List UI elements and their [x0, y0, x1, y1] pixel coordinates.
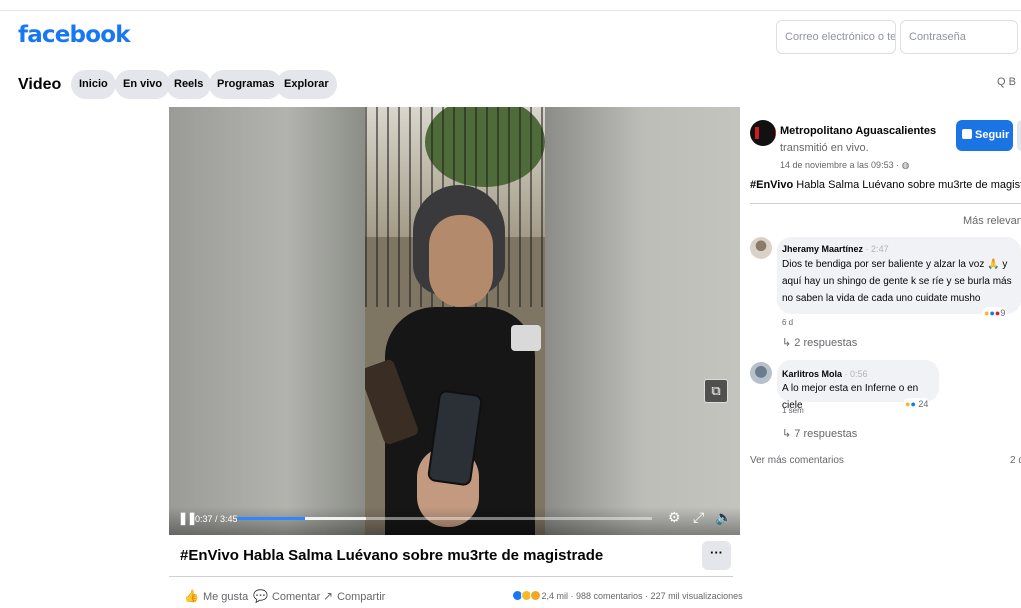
- comment-avatar[interactable]: [750, 362, 772, 384]
- more-comments-link[interactable]: Ver más comentarios: [750, 455, 844, 466]
- comment-author[interactable]: Karlitros Mola · 0:56: [782, 369, 868, 379]
- video-player[interactable]: ⧉ ❚❚ 0:37 / 3:45 ⚙ ⤢ 🔈: [169, 107, 740, 535]
- post-text: #EnVivo Habla Salma Luévano sobre mu3rte…: [750, 179, 1021, 191]
- page-avatar[interactable]: [750, 120, 776, 146]
- more-button-edge[interactable]: [1017, 120, 1021, 151]
- comments-count: 2 d: [1010, 455, 1021, 466]
- video-title: #EnVivo Habla Salma Luévano sobre mu3rte…: [180, 547, 604, 564]
- follow-label: Seguir: [975, 129, 1010, 141]
- player-controls-bar: [169, 507, 740, 535]
- share-arrow-icon: ↗: [323, 589, 334, 603]
- stats-text: 2,4 mil · 988 comentarios · 227 mil visu…: [541, 591, 743, 601]
- globe-icon: ◍: [901, 160, 910, 170]
- comment-age[interactable]: 1 sem: [782, 406, 804, 415]
- comment-timestamp[interactable]: · 0:56: [845, 369, 868, 379]
- volume-icon[interactable]: 🔈: [715, 509, 732, 526]
- comment-avatar[interactable]: [750, 237, 772, 259]
- tab-reels[interactable]: Reels: [166, 70, 212, 99]
- comment-author[interactable]: Jheramy Maartínez · 2:47: [782, 244, 889, 254]
- reply-arrow-icon: ↳: [782, 428, 795, 440]
- facebook-logo[interactable]: facebook: [18, 22, 131, 48]
- comment-reactions[interactable]: ●●●9: [982, 307, 1008, 319]
- page-name[interactable]: Metropolitano Aguascalientes: [780, 125, 936, 137]
- search-button[interactable]: Q B: [997, 76, 1016, 88]
- comment-timestamp[interactable]: · 2:47: [866, 244, 889, 254]
- password-field[interactable]: Contraseña: [900, 20, 1018, 54]
- actions-divider: [169, 576, 733, 577]
- tab-programas[interactable]: Programas: [209, 70, 283, 99]
- follow-icon: [962, 129, 972, 139]
- player-time: 0:37 / 3:45: [195, 514, 238, 524]
- frame-person-face: [429, 215, 493, 307]
- fullscreen-icon[interactable]: ⤢: [693, 509, 704, 526]
- post-date-text: 14 de noviembre a las 09:53 ·: [780, 160, 902, 170]
- frame-recorder: [511, 325, 541, 351]
- more-options-button[interactable]: ···: [702, 541, 731, 570]
- comment-text: Dios te bendiga por ser baliente y alzar…: [782, 259, 1012, 304]
- like-button[interactable]: 👍 Me gusta: [184, 589, 248, 603]
- reply-arrow-icon: ↳: [782, 337, 795, 349]
- picture-in-picture-icon[interactable]: ⧉: [704, 379, 728, 403]
- page-title: Video: [18, 76, 62, 93]
- blurred-background-left: [169, 107, 365, 535]
- follow-button[interactable]: Seguir: [956, 120, 1013, 151]
- comment-age[interactable]: 6 d: [782, 318, 793, 327]
- tab-explorar[interactable]: Explorar: [276, 70, 337, 99]
- comment-reactions[interactable]: ●● 24: [903, 398, 931, 410]
- blurred-background-right: [545, 107, 740, 535]
- post-text-body: Habla Salma Luévano sobre mu3rte de magi…: [793, 179, 1021, 191]
- reaction-stats[interactable]: 2,4 mil · 988 comentarios · 227 mil visu…: [512, 590, 743, 601]
- view-replies-button[interactable]: ↳ 7 respuestas: [782, 427, 857, 440]
- progress-fill: [237, 517, 306, 520]
- comment-button[interactable]: 💬 Comentar: [253, 589, 320, 603]
- like-reaction-icon: ●: [910, 399, 916, 409]
- settings-gear-icon[interactable]: ⚙: [668, 509, 681, 526]
- share-label: Compartir: [337, 591, 386, 603]
- sad-reaction-icon: [530, 590, 541, 601]
- post-date: 14 de noviembre a las 09:53 · ◍: [780, 160, 909, 171]
- thumbs-up-icon: 👍: [184, 589, 199, 603]
- sort-comments-dropdown[interactable]: Más relevant: [963, 215, 1021, 227]
- progress-track[interactable]: [237, 517, 652, 520]
- share-button[interactable]: ↗ Compartir: [323, 589, 385, 603]
- comment-bubble-icon: 💬: [253, 589, 268, 603]
- post-hashtag[interactable]: #EnVivo: [750, 179, 793, 191]
- live-status: transmitió en vivo.: [780, 142, 869, 154]
- video-frame: [365, 107, 545, 535]
- top-divider: [0, 10, 1021, 11]
- comment-label: Comentar: [271, 591, 321, 603]
- tab-inicio[interactable]: Inicio: [71, 70, 116, 99]
- like-label: Me gusta: [202, 591, 249, 603]
- pause-icon[interactable]: ❚❚: [178, 511, 197, 525]
- view-replies-button[interactable]: ↳ 2 respuestas: [782, 336, 857, 349]
- tab-en-vivo[interactable]: En vivo: [115, 70, 171, 99]
- comments-divider: [750, 203, 1021, 204]
- email-field[interactable]: Correo electrónico o telé: [776, 20, 896, 54]
